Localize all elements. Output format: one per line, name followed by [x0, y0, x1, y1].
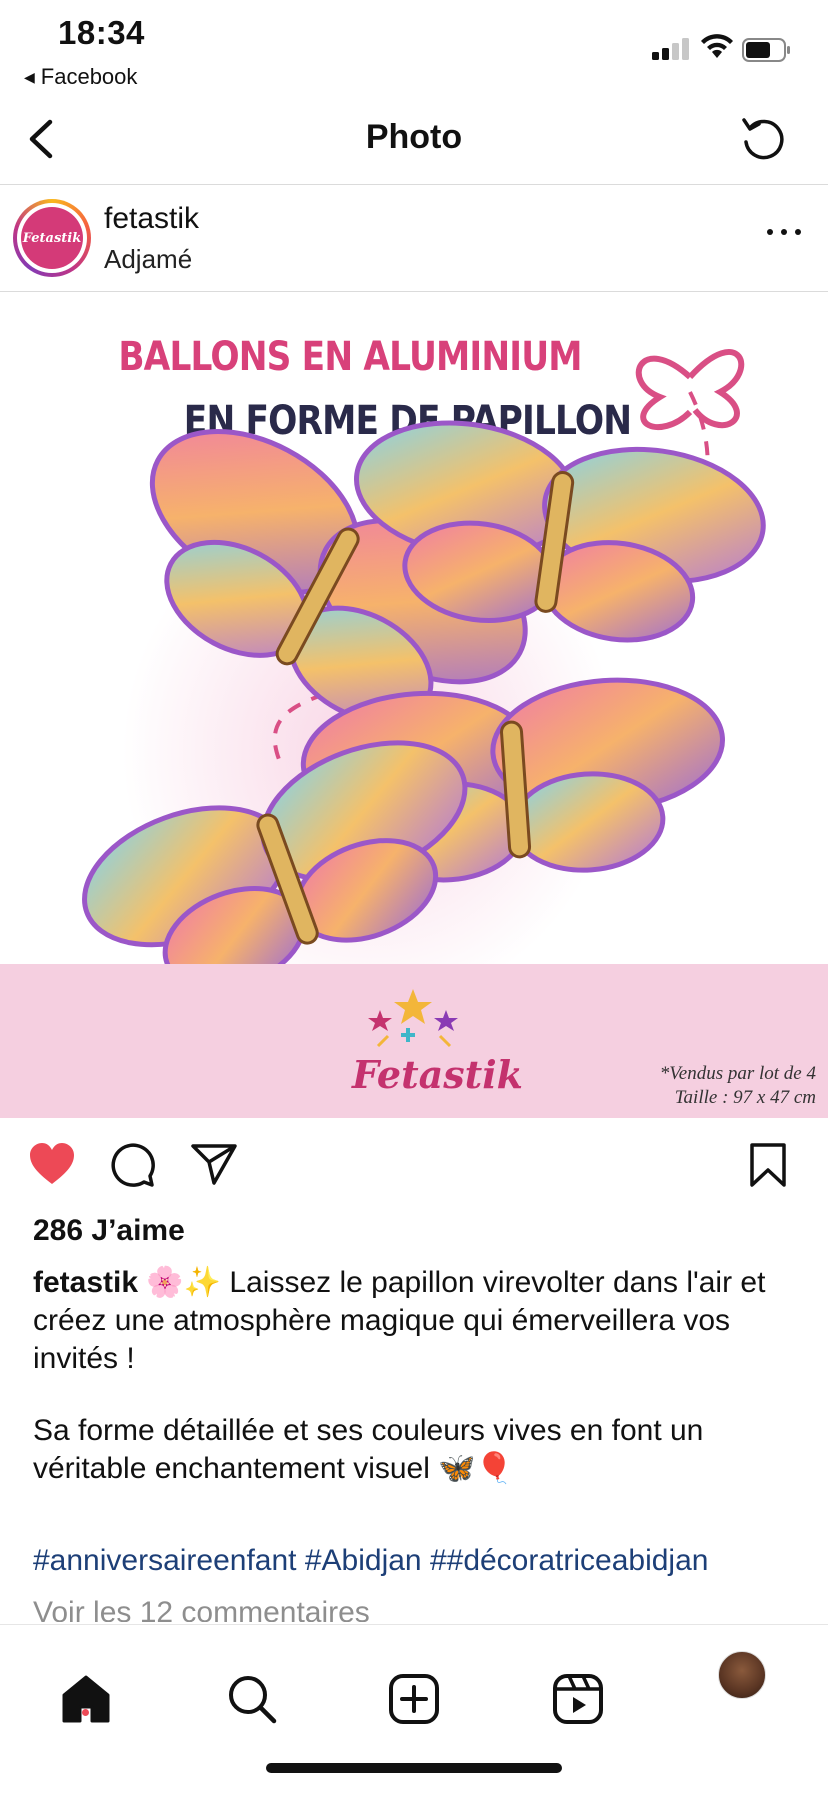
photo-note-line-1: *Vendus par lot de 4 — [659, 1063, 816, 1084]
cellular-signal-icon — [652, 38, 689, 60]
view-comments-link[interactable]: Voir les 12 commentaires — [33, 1596, 370, 1622]
photo-note-line-2: Taille : 97 x 47 cm — [674, 1087, 816, 1108]
home-activity-dot — [82, 1709, 89, 1716]
caption-paragraph-2: Sa forme détaillée et ses couleurs vives… — [33, 1414, 704, 1485]
home-icon[interactable] — [60, 1673, 112, 1725]
back-app-label: Facebook — [40, 64, 138, 89]
search-icon[interactable] — [226, 1673, 278, 1725]
butterfly-outline — [635, 349, 745, 430]
more-horizontal-icon[interactable] — [764, 222, 804, 242]
refresh-icon[interactable] — [738, 114, 788, 164]
post-photo[interactable]: BALLONS EN ALUMINIUM EN FORME DE PAPILLO… — [0, 292, 828, 1118]
battery-icon — [742, 38, 790, 62]
caption-paragraph-1: fetastik 🌸✨ Laissez le papillon virevolt… — [33, 1264, 793, 1378]
back-to-facebook-link[interactable]: ◀ Facebook — [24, 64, 137, 90]
back-triangle-icon: ◀ — [24, 68, 35, 85]
photo-note: *Vendus par lot de 4 Taille : 97 x 47 cm — [600, 1062, 816, 1110]
heart-filled-icon[interactable] — [28, 1142, 76, 1186]
reels-icon[interactable] — [552, 1673, 604, 1725]
bottom-nav — [0, 1624, 828, 1793]
page-title: Photo — [365, 118, 463, 156]
caption-text-1: 🌸✨ Laissez le papillon virevolter dans l… — [33, 1266, 766, 1375]
home-indicator — [266, 1763, 562, 1773]
wifi-icon — [701, 34, 733, 58]
profile-avatar[interactable] — [718, 1651, 766, 1699]
status-time: 18:34 — [58, 14, 145, 51]
post-caption: fetastik 🌸✨ Laissez le papillon virevolt… — [33, 1264, 793, 1488]
post-location[interactable]: Adjamé — [104, 244, 192, 275]
caption-username[interactable]: fetastik — [33, 1266, 138, 1299]
post-username[interactable]: fetastik — [104, 202, 199, 236]
comment-icon[interactable] — [108, 1142, 156, 1188]
bookmark-icon[interactable] — [748, 1142, 788, 1188]
header-divider — [0, 184, 828, 185]
avatar[interactable]: Fetastik — [21, 207, 83, 269]
brand-name: Fetastik — [352, 1052, 523, 1097]
hashtags[interactable]: #anniversaireenfant #Abidjan ##décoratri… — [33, 1544, 823, 1578]
likes-count[interactable]: 286 J’aime — [33, 1214, 185, 1248]
create-icon[interactable] — [388, 1673, 440, 1725]
send-icon[interactable] — [190, 1142, 238, 1186]
